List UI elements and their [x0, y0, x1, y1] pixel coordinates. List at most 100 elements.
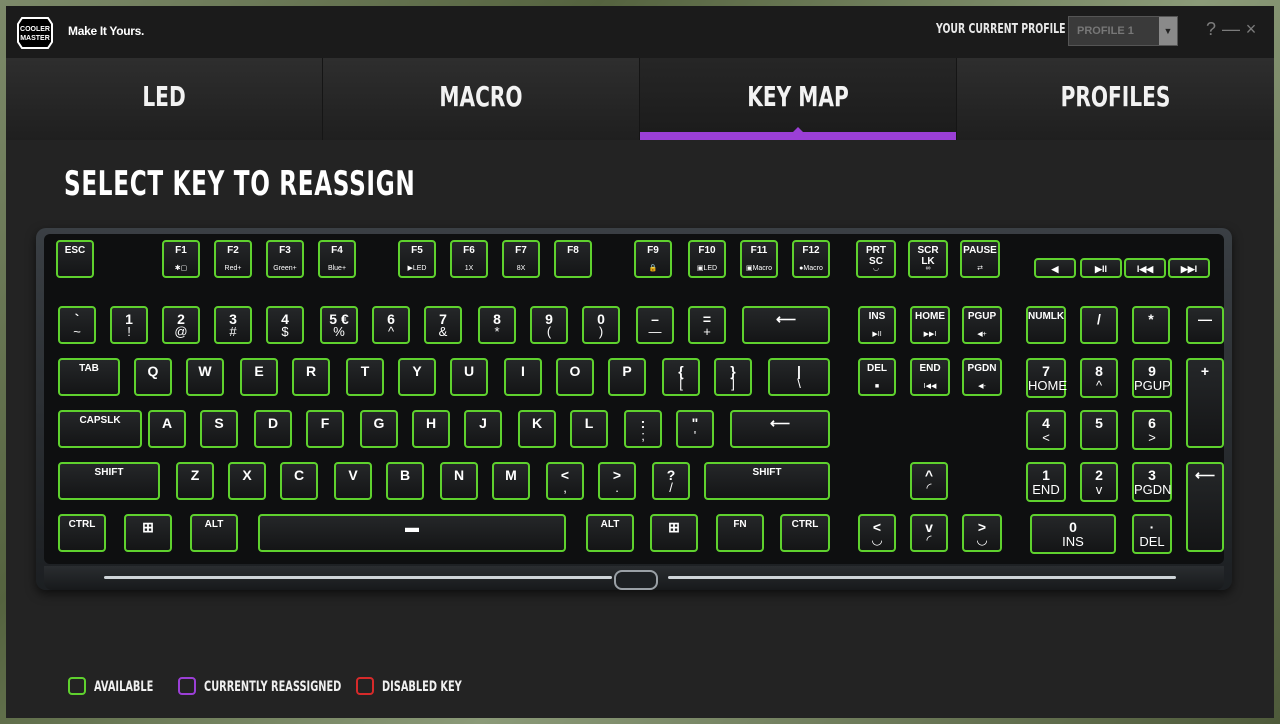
- key-ins[interactable]: INS ▶II: [858, 306, 896, 344]
- key-n3[interactable]: 3 PGDN: [1132, 462, 1172, 502]
- key-p[interactable]: P: [608, 358, 646, 396]
- key-pgdn[interactable]: PGDN ◀-: [962, 358, 1002, 396]
- key-left[interactable]: < ◡: [858, 514, 896, 552]
- key-del[interactable]: DEL ■: [858, 358, 896, 396]
- key-right[interactable]: > ◡: [962, 514, 1002, 552]
- key-rbr[interactable]: }]: [714, 358, 752, 396]
- key-k9[interactable]: 9(: [530, 306, 568, 344]
- key-n2[interactable]: 2v: [1080, 462, 1118, 502]
- key-up[interactable]: ^ ◜: [910, 462, 948, 500]
- key-k[interactable]: K: [518, 410, 556, 448]
- key-n4[interactable]: 4 <: [1026, 410, 1066, 450]
- key-f9[interactable]: F9 🔒: [634, 240, 672, 278]
- key-lctrl[interactable]: CTRL: [58, 514, 106, 552]
- key-e[interactable]: E: [240, 358, 278, 396]
- key-lbr[interactable]: {[: [662, 358, 700, 396]
- key-w[interactable]: W: [186, 358, 224, 396]
- key-nmul[interactable]: *: [1132, 306, 1170, 344]
- key-nenter[interactable]: ⟵: [1186, 462, 1224, 552]
- key-k5[interactable]: 5 €%: [320, 306, 358, 344]
- key-n8[interactable]: 8 ^: [1080, 358, 1118, 398]
- key-n5[interactable]: 5: [1080, 410, 1118, 450]
- key-tab[interactable]: TAB: [58, 358, 120, 396]
- key-f4[interactable]: F4 Blue+: [318, 240, 356, 278]
- tab-macro[interactable]: MACRO: [323, 58, 640, 140]
- key-backspace[interactable]: ⟵: [742, 306, 830, 344]
- key-minus[interactable]: – —: [636, 306, 674, 344]
- key-comma[interactable]: <,: [546, 462, 584, 500]
- key-x[interactable]: X: [228, 462, 266, 500]
- key-k4[interactable]: 4 $: [266, 306, 304, 344]
- key-period[interactable]: >.: [598, 462, 636, 500]
- key-f[interactable]: F: [306, 410, 344, 448]
- key-slash[interactable]: ? /: [652, 462, 690, 500]
- key-mute[interactable]: ◀: [1034, 258, 1076, 278]
- key-n[interactable]: N: [440, 462, 478, 500]
- key-n7[interactable]: 7 HOME: [1026, 358, 1067, 398]
- key-tt[interactable]: T: [346, 358, 384, 396]
- key-n6[interactable]: 6 >: [1132, 410, 1172, 450]
- key-f6[interactable]: F6 1X: [450, 240, 488, 278]
- key-k2[interactable]: 2 @: [162, 306, 200, 344]
- key-f7[interactable]: F7 8X: [502, 240, 540, 278]
- key-k8[interactable]: 8 *: [478, 306, 516, 344]
- key-i[interactable]: I: [504, 358, 542, 396]
- key-l[interactable]: L: [570, 410, 608, 448]
- key-f2[interactable]: F2 Red+: [214, 240, 252, 278]
- key-next[interactable]: ▶▶I: [1168, 258, 1210, 278]
- tab-profiles[interactable]: PROFILES: [957, 58, 1274, 140]
- key-a[interactable]: A: [148, 410, 186, 448]
- key-c[interactable]: C: [280, 462, 318, 500]
- key-bb[interactable]: B: [386, 462, 424, 500]
- profile-dropdown[interactable]: PROFILE 1 ▼: [1068, 16, 1178, 46]
- key-ralt[interactable]: ALT: [586, 514, 634, 552]
- key-k0[interactable]: 0): [582, 306, 620, 344]
- key-home[interactable]: HOME ▶▶I: [910, 306, 950, 344]
- key-r[interactable]: R: [292, 358, 330, 396]
- key-f12[interactable]: F12 ●Macro: [792, 240, 830, 278]
- tab-key-map[interactable]: KEY MAP: [640, 58, 957, 140]
- key-bslash[interactable]: | \: [768, 358, 830, 396]
- key-quote[interactable]: " ': [676, 410, 714, 448]
- key-h[interactable]: H: [412, 410, 450, 448]
- key-v[interactable]: V: [334, 462, 372, 500]
- key-numlk[interactable]: NUMLK: [1026, 306, 1066, 344]
- key-rwin[interactable]: ⊞: [650, 514, 698, 552]
- key-semi[interactable]: :;: [624, 410, 662, 448]
- key-caps[interactable]: CAPSLK: [58, 410, 142, 448]
- help-button[interactable]: ?: [1202, 18, 1220, 40]
- key-s[interactable]: S: [200, 410, 238, 448]
- key-f5[interactable]: F5 ▶LED: [398, 240, 436, 278]
- key-k7[interactable]: 7 &: [424, 306, 462, 344]
- key-f1[interactable]: F1 ✱▢: [162, 240, 200, 278]
- close-button[interactable]: ×: [1242, 18, 1260, 40]
- key-f11[interactable]: F11 ▣Macro: [740, 240, 778, 278]
- key-f3[interactable]: F3 Green+: [266, 240, 304, 278]
- key-pgup[interactable]: PGUP ◀+: [962, 306, 1002, 344]
- key-n1[interactable]: 1 END: [1026, 462, 1066, 502]
- key-enter[interactable]: ⟵: [730, 410, 830, 448]
- key-pause[interactable]: PAUSE ⇄: [960, 240, 1000, 278]
- key-prtsc[interactable]: PRT SC ◡: [856, 240, 896, 278]
- key-ndot[interactable]: · DEL: [1132, 514, 1172, 554]
- key-down[interactable]: v ◜: [910, 514, 948, 552]
- tab-led[interactable]: LED: [6, 58, 323, 140]
- key-esc[interactable]: ESC: [56, 240, 94, 278]
- key-grave[interactable]: ` ~: [58, 306, 96, 344]
- key-g[interactable]: G: [360, 410, 398, 448]
- key-play[interactable]: ▶II: [1080, 258, 1122, 278]
- key-lshift[interactable]: SHIFT: [58, 462, 160, 500]
- key-k3[interactable]: 3 #: [214, 306, 252, 344]
- key-o[interactable]: O: [556, 358, 594, 396]
- key-j[interactable]: J: [464, 410, 502, 448]
- key-f10[interactable]: F10 ▣LED: [688, 240, 726, 278]
- key-lwin[interactable]: ⊞: [124, 514, 172, 552]
- key-u[interactable]: U: [450, 358, 488, 396]
- key-k1[interactable]: 1!: [110, 306, 148, 344]
- key-prev[interactable]: I◀◀: [1124, 258, 1166, 278]
- key-f8[interactable]: F8: [554, 240, 592, 278]
- minimize-button[interactable]: —: [1222, 18, 1240, 40]
- key-k6[interactable]: 6 ^: [372, 306, 410, 344]
- key-z[interactable]: Z: [176, 462, 214, 500]
- key-rshift[interactable]: SHIFT: [704, 462, 830, 500]
